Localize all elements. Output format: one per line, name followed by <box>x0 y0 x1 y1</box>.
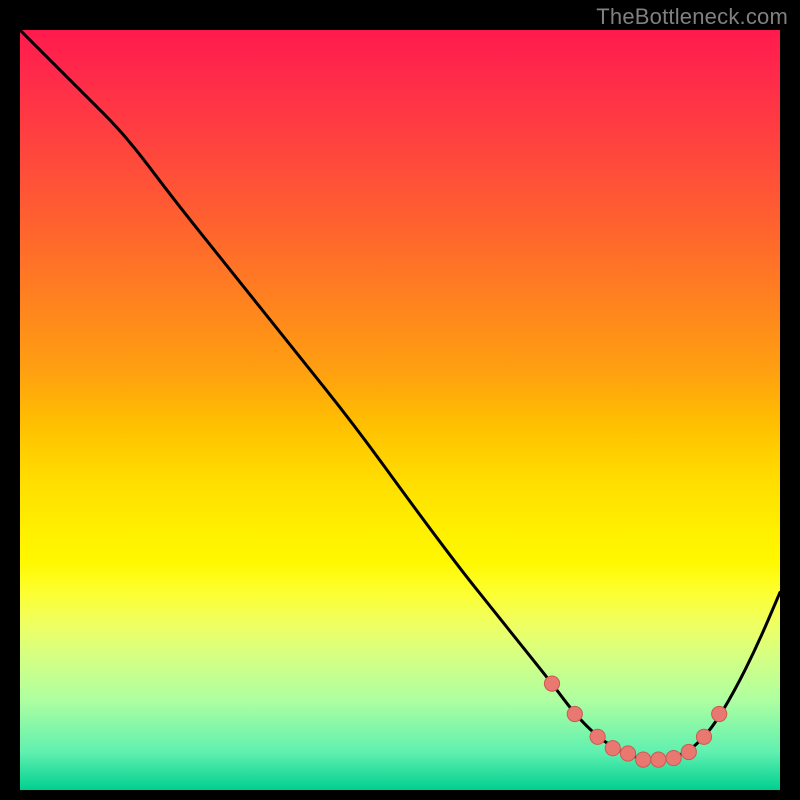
attribution-label: TheBottleneck.com <box>596 4 788 30</box>
curve-marker <box>620 746 635 761</box>
curve-marker <box>666 750 681 765</box>
curve-marker <box>567 706 582 721</box>
curve-marker <box>696 729 711 744</box>
curve-marker <box>590 729 605 744</box>
curve-marker <box>636 752 651 767</box>
curve-marker <box>681 744 696 759</box>
curve-marker <box>651 752 666 767</box>
curve-marker <box>605 741 620 756</box>
marker-group <box>544 676 726 767</box>
curve-marker <box>544 676 559 691</box>
curve-layer <box>20 30 780 790</box>
bottleneck-curve <box>20 30 780 760</box>
plot-area <box>20 30 780 790</box>
chart-frame: TheBottleneck.com <box>0 0 800 800</box>
curve-marker <box>712 706 727 721</box>
